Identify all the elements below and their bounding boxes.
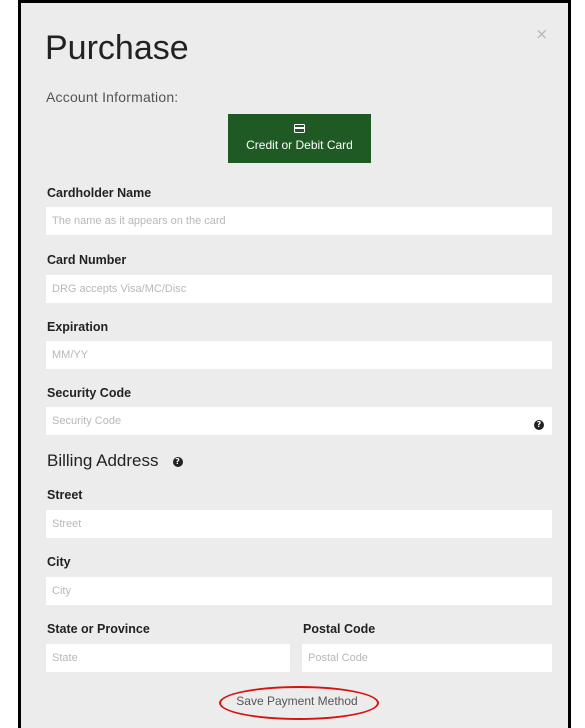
cardholder-name-input[interactable] [46, 207, 552, 235]
street-input[interactable] [46, 510, 552, 538]
billing-address-title: Billing Address [47, 451, 159, 470]
card-number-input[interactable] [46, 275, 552, 303]
state-or-province-label: State or Province [47, 622, 150, 636]
account-information-label: Account Information: [46, 89, 179, 105]
security-code-input[interactable] [46, 407, 552, 435]
state-input[interactable] [46, 644, 290, 672]
save-payment-method-button[interactable]: Save Payment Method [217, 683, 377, 719]
expiration-input[interactable] [46, 341, 552, 369]
postal-code-label: Postal Code [303, 622, 376, 636]
card-number-label: Card Number [47, 253, 127, 267]
cardholder-name-label: Cardholder Name [47, 186, 152, 200]
close-icon[interactable]: × [535, 25, 548, 43]
modal-title: Purchase [45, 29, 189, 67]
billing-address-help-icon[interactable]: ? [172, 457, 183, 467]
credit-or-debit-card-label: Credit or Debit Card [246, 138, 353, 152]
purchase-modal: × Purchase Account Information: Credit o… [21, 3, 568, 728]
security-code-help-icon[interactable]: ? [534, 420, 544, 430]
city-label: City [47, 555, 71, 569]
credit-or-debit-card-tab[interactable]: Credit or Debit Card [228, 114, 371, 163]
postal-code-input[interactable] [302, 644, 552, 672]
security-code-label: Security Code [47, 386, 132, 400]
street-label: Street [47, 488, 83, 502]
screenshot-frame: × Purchase Account Information: Credit o… [18, 0, 571, 728]
city-input[interactable] [46, 577, 552, 605]
credit-card-icon [294, 124, 305, 133]
billing-address-heading: Billing Address? [47, 451, 183, 471]
expiration-label: Expiration [47, 320, 109, 334]
